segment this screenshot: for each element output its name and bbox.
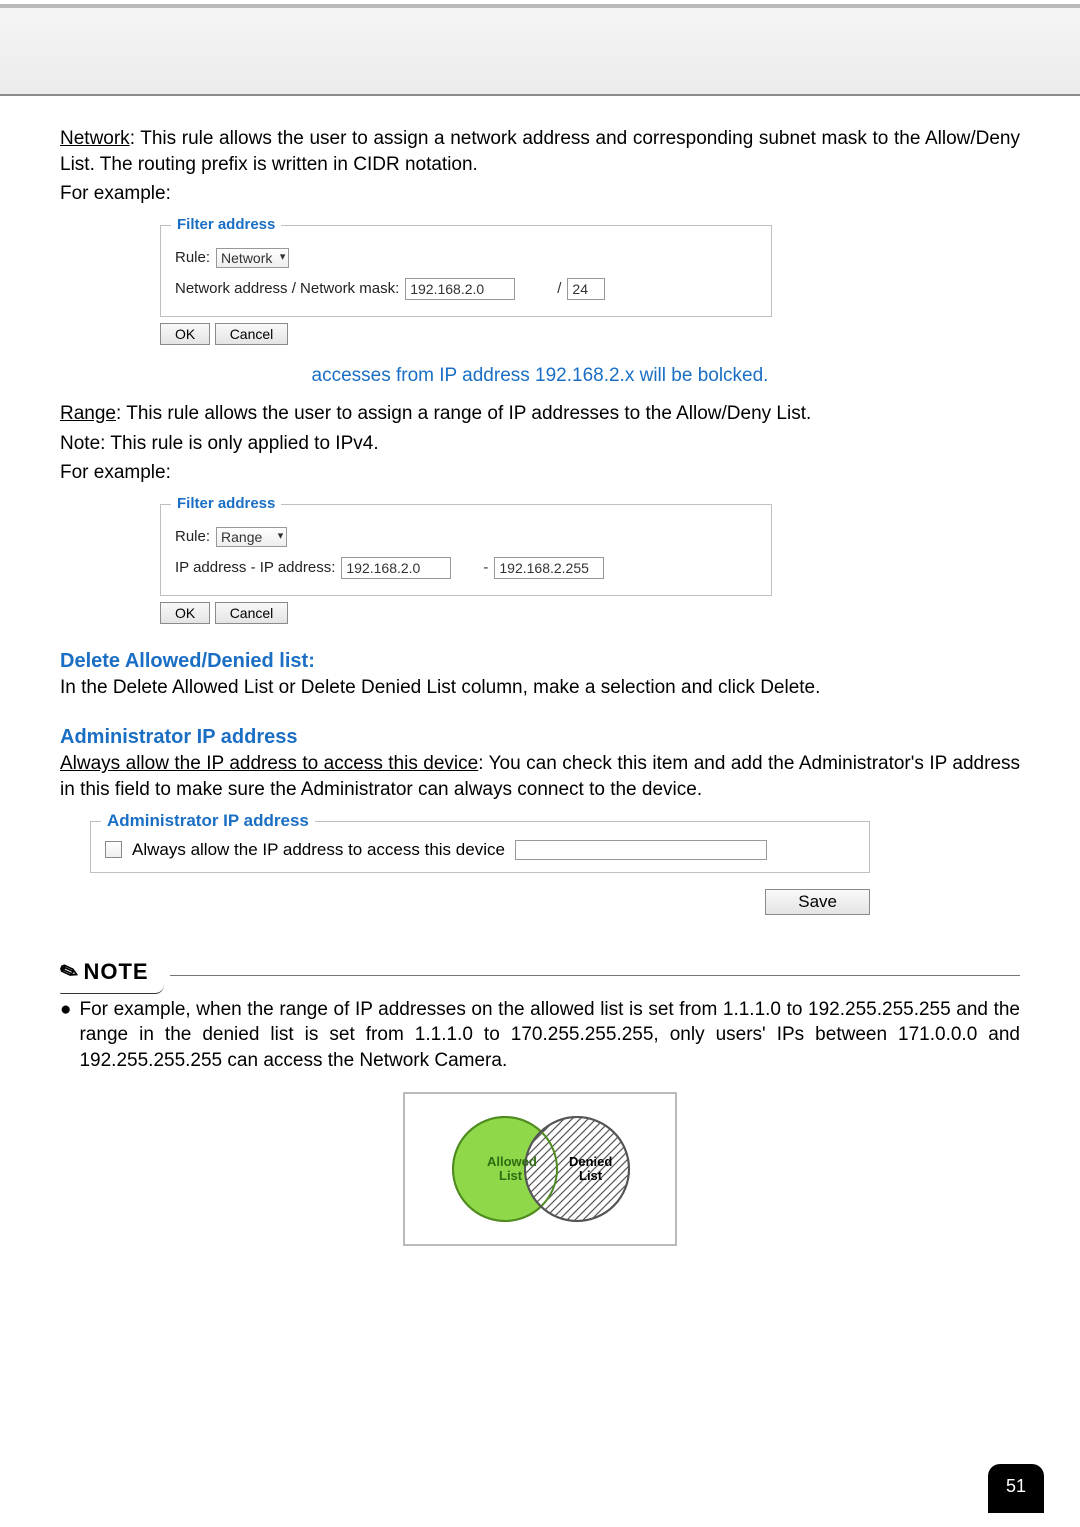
always-allow-checkbox-label: Always allow the IP address to access th… xyxy=(132,840,505,860)
venn-diagram: Allowed List Denied List xyxy=(403,1092,677,1246)
fieldset-legend: Administrator IP address xyxy=(101,811,315,831)
filter-address-range-group: Filter address Rule: Range IP address - … xyxy=(160,504,772,624)
svg-text:List: List xyxy=(499,1168,523,1183)
save-button[interactable]: Save xyxy=(765,889,870,915)
bullet-dot: ● xyxy=(60,997,71,1074)
admin-ip-fieldset: Administrator IP address Always allow th… xyxy=(90,821,870,873)
network-paragraph: Network: This rule allows the user to as… xyxy=(60,126,1020,177)
note-bullet: ● For example, when the range of IP addr… xyxy=(60,997,1020,1074)
range-text: : This rule allows the user to assign a … xyxy=(116,403,811,424)
header-bar xyxy=(0,4,1080,96)
ok-button[interactable]: OK xyxy=(160,323,210,345)
cancel-button[interactable]: Cancel xyxy=(215,602,289,624)
network-address-label: Network address / Network mask: xyxy=(175,280,399,297)
always-allow-checkbox[interactable] xyxy=(105,841,122,858)
ip-to-input[interactable]: 192.168.2.255 xyxy=(494,557,604,579)
filter-address-fieldset: Filter address Rule: Network Network add… xyxy=(160,225,772,317)
for-example-2: For example: xyxy=(60,460,1020,486)
note-bullet-text: For example, when the range of IP addres… xyxy=(79,997,1020,1074)
svg-text:List: List xyxy=(579,1168,603,1183)
note-heading: ✎ NOTE xyxy=(60,961,1020,991)
page-number-badge: 51 xyxy=(988,1464,1044,1513)
rule-select[interactable]: Network xyxy=(216,248,289,268)
delete-list-text: In the Delete Allowed List or Delete Den… xyxy=(60,675,1020,701)
network-address-input[interactable]: 192.168.2.0 xyxy=(405,278,515,300)
filter-address-network-group: Filter address Rule: Network Network add… xyxy=(160,225,772,345)
for-example-1: For example: xyxy=(60,181,1020,207)
page-content: Network: This rule allows the user to as… xyxy=(0,96,1080,1286)
network-text: : This rule allows the user to assign a … xyxy=(60,128,1020,175)
ok-button[interactable]: OK xyxy=(160,602,210,624)
fieldset-legend: Filter address xyxy=(171,216,281,233)
ip-range-dash: - xyxy=(483,559,488,576)
cidr-slash: / xyxy=(557,280,561,297)
note-label-text: NOTE xyxy=(83,959,148,985)
venn-denied-label: Denied xyxy=(569,1154,612,1169)
filter-address-fieldset: Filter address Rule: Range IP address - … xyxy=(160,504,772,596)
ip-range-label: IP address - IP address: xyxy=(175,559,335,576)
fieldset-legend: Filter address xyxy=(171,495,281,512)
always-allow-label: Always allow the IP address to access th… xyxy=(60,753,478,774)
range-note: Note: This rule is only applied to IPv4. xyxy=(60,431,1020,457)
rule-select[interactable]: Range xyxy=(216,527,287,547)
network-example-caption: accesses from IP address 192.168.2.x wil… xyxy=(60,365,1020,387)
rule-label: Rule: xyxy=(175,249,210,266)
venn-allowed-label: Allowed xyxy=(487,1154,537,1169)
admin-ip-heading: Administrator IP address xyxy=(60,726,1020,749)
admin-ip-input[interactable] xyxy=(515,840,767,860)
network-label: Network xyxy=(60,128,130,149)
range-paragraph: Range: This rule allows the user to assi… xyxy=(60,401,1020,427)
range-label: Range xyxy=(60,403,116,424)
ip-from-input[interactable]: 192.168.2.0 xyxy=(341,557,451,579)
rule-label: Rule: xyxy=(175,528,210,545)
network-mask-input[interactable]: 24 xyxy=(567,278,605,300)
cancel-button[interactable]: Cancel xyxy=(215,323,289,345)
admin-ip-paragraph: Always allow the IP address to access th… xyxy=(60,751,1020,802)
pen-icon: ✎ xyxy=(56,956,83,987)
delete-list-heading: Delete Allowed/Denied list: xyxy=(60,650,1020,673)
admin-ip-group: Administrator IP address Always allow th… xyxy=(90,821,870,915)
